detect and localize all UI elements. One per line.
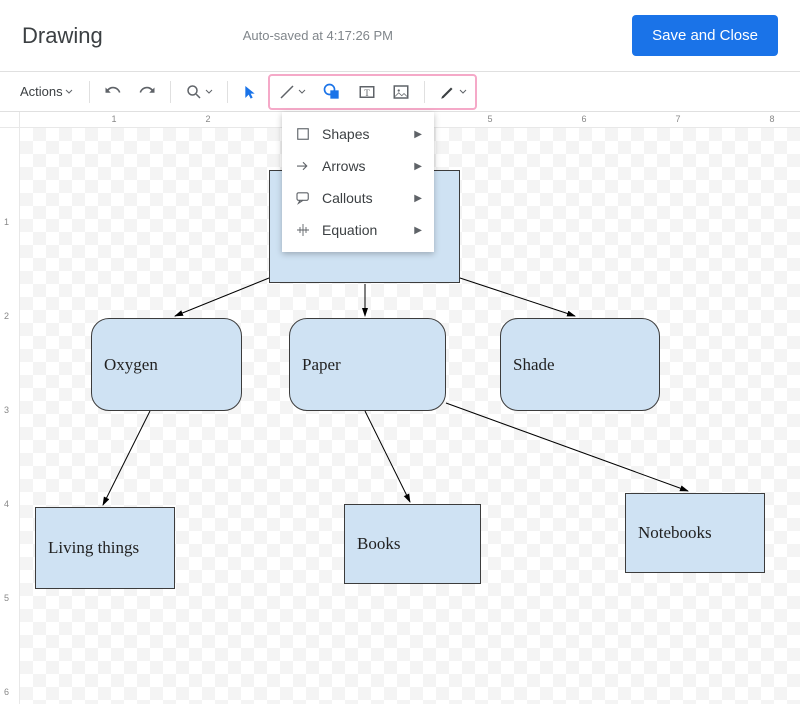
shape-icon — [322, 82, 342, 102]
pen-tool-button[interactable] — [433, 78, 473, 106]
menu-item-callouts[interactable]: Callouts ▶ — [282, 182, 434, 214]
svg-text:T: T — [364, 87, 370, 97]
equation-icon — [294, 221, 312, 239]
shape-tools-highlight: T — [268, 74, 477, 110]
undo-button[interactable] — [98, 78, 128, 106]
cursor-icon — [242, 84, 258, 100]
select-tool-button[interactable] — [236, 78, 264, 106]
arrow-icon — [294, 157, 312, 175]
menu-item-label: Shapes — [322, 126, 414, 142]
ruler-tick: 2 — [205, 114, 210, 124]
ruler-tick: 8 — [769, 114, 774, 124]
dialog-header: Drawing Auto-saved at 4:17:26 PM Save an… — [0, 0, 800, 72]
shape-tool-button[interactable] — [316, 78, 348, 106]
line-tool-button[interactable] — [272, 78, 312, 106]
ruler-corner — [0, 112, 20, 128]
menu-item-equation[interactable]: Equation ▶ — [282, 214, 434, 246]
ruler-tick: 1 — [111, 114, 116, 124]
caret-down-icon — [459, 88, 467, 96]
menu-item-label: Equation — [322, 222, 414, 238]
callout-icon — [294, 189, 312, 207]
pen-icon — [439, 83, 457, 101]
textbox-icon: T — [358, 83, 376, 101]
actions-menu[interactable]: Actions — [12, 78, 81, 106]
save-and-close-button[interactable]: Save and Close — [632, 15, 778, 56]
toolbar-separator — [424, 81, 425, 103]
image-icon — [392, 83, 410, 101]
zoom-button[interactable] — [179, 78, 219, 106]
ruler-tick: 4 — [4, 499, 9, 509]
toolbar-separator — [227, 81, 228, 103]
menu-item-label: Arrows — [322, 158, 414, 174]
actions-label: Actions — [20, 84, 63, 99]
toolbar: Actions T — [0, 72, 800, 112]
textbox-tool-button[interactable]: T — [352, 78, 382, 106]
shapes-dropdown-menu: Shapes ▶ Arrows ▶ Callouts ▶ Equation ▶ — [282, 112, 434, 252]
redo-icon — [138, 83, 156, 101]
caret-down-icon — [298, 88, 306, 96]
ruler-tick: 5 — [487, 114, 492, 124]
menu-item-shapes[interactable]: Shapes ▶ — [282, 118, 434, 150]
square-icon — [294, 125, 312, 143]
submenu-arrow-icon: ▶ — [414, 225, 422, 236]
submenu-arrow-icon: ▶ — [414, 193, 422, 204]
submenu-arrow-icon: ▶ — [414, 161, 422, 172]
submenu-arrow-icon: ▶ — [414, 129, 422, 140]
toolbar-separator — [89, 81, 90, 103]
menu-item-label: Callouts — [322, 190, 414, 206]
image-tool-button[interactable] — [386, 78, 416, 106]
ruler-tick: 1 — [4, 217, 9, 227]
undo-icon — [104, 83, 122, 101]
ruler-tick: 7 — [675, 114, 680, 124]
caret-down-icon — [205, 88, 213, 96]
toolbar-separator — [170, 81, 171, 103]
autosave-text: Auto-saved at 4:17:26 PM — [243, 28, 393, 43]
page-title: Drawing — [22, 23, 103, 49]
ruler-vertical: 1 2 3 4 5 6 — [0, 128, 20, 704]
menu-item-arrows[interactable]: Arrows ▶ — [282, 150, 434, 182]
caret-down-icon — [65, 88, 73, 96]
line-icon — [278, 83, 296, 101]
ruler-tick: 5 — [4, 593, 9, 603]
redo-button[interactable] — [132, 78, 162, 106]
zoom-icon — [185, 83, 203, 101]
ruler-tick: 2 — [4, 311, 9, 321]
ruler-tick: 6 — [4, 687, 9, 697]
ruler-tick: 6 — [581, 114, 586, 124]
ruler-tick: 3 — [4, 405, 9, 415]
